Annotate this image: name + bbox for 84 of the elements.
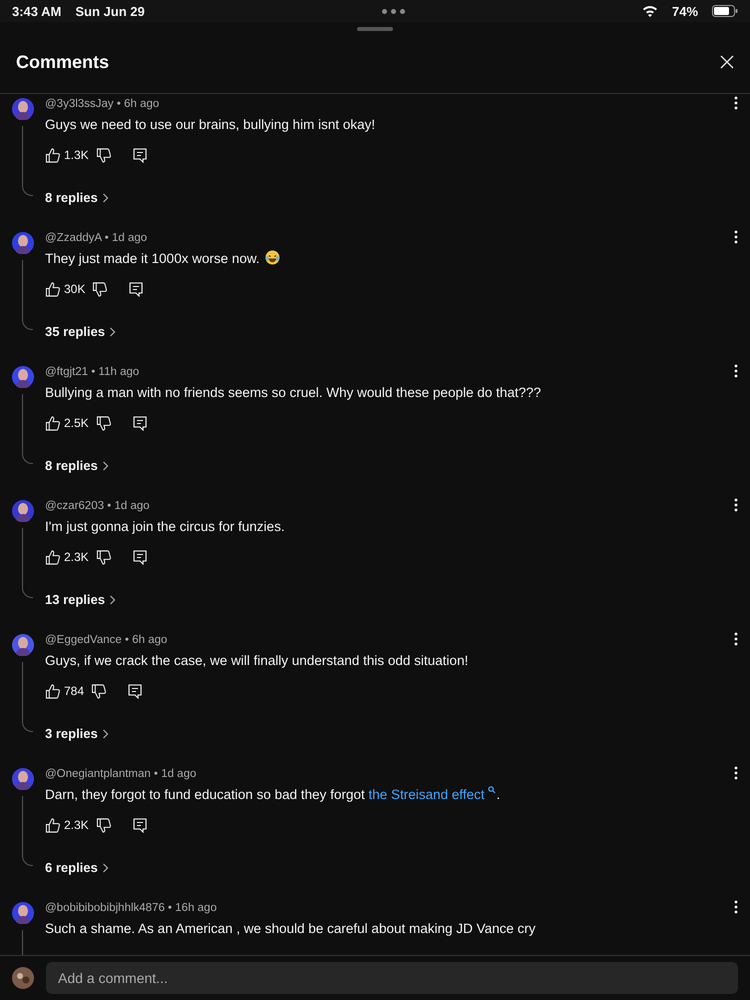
replies-button[interactable]: 8 replies <box>45 458 109 473</box>
thread-line <box>22 528 33 598</box>
comment-text: Guys we need to use our brains, bullying him isnt okay! <box>45 116 376 134</box>
comment-meta: @Onegiantplantman • 1d ago <box>45 768 198 782</box>
comment-meta: @ZzaddyA • 1d ago <box>45 232 148 246</box>
like-count: 2.5K <box>64 416 89 430</box>
replies-button[interactable]: 35 replies <box>45 324 116 339</box>
comment-meta: @czar6203 • 1d ago <box>45 500 151 514</box>
avatar-icon[interactable] <box>12 634 34 656</box>
replies-button[interactable]: 13 replies <box>45 592 116 607</box>
replies-button[interactable]: 8 replies <box>45 190 109 205</box>
like-icon[interactable] <box>45 282 60 296</box>
more-options-icon[interactable] <box>734 900 738 914</box>
like-count: 30K <box>64 282 86 296</box>
reply-icon[interactable] <box>132 148 147 162</box>
like-icon[interactable] <box>45 148 60 162</box>
comment-meta: @ftgjt21 • 11h ago <box>45 366 140 380</box>
reply-icon[interactable] <box>132 818 147 832</box>
avatar-icon[interactable] <box>12 500 34 522</box>
close-icon[interactable] <box>720 55 734 69</box>
like-count: 2.3K <box>64 818 89 832</box>
dislike-icon[interactable] <box>96 818 111 832</box>
search-icon <box>488 786 496 794</box>
comment-text: I'm just gonna join the circus for funzies. <box>45 518 285 536</box>
like-count: 2.3K <box>64 550 89 564</box>
comment-input[interactable]: Add a comment... <box>46 962 738 994</box>
status-date: Sun Jun 29 <box>75 4 145 18</box>
thread-line <box>22 260 33 330</box>
replies-button[interactable]: 3 replies <box>45 726 109 741</box>
like-icon[interactable] <box>45 684 60 698</box>
wifi-icon <box>642 5 658 17</box>
like-count: 784 <box>64 684 84 698</box>
comment-meta: @bobibibobibjhhlk4876 • 16h ago <box>45 902 218 916</box>
comment-text: They just made it 1000x worse now. <box>45 250 280 268</box>
comment-text: Guys, if we crack the case, we will finally understand this odd situation! <box>45 652 468 670</box>
avatar-icon[interactable] <box>12 902 34 924</box>
drag-handle[interactable] <box>357 27 393 31</box>
avatar-icon <box>12 967 34 989</box>
reply-icon[interactable] <box>132 550 147 564</box>
more-options-icon[interactable] <box>734 230 738 244</box>
chevron-icon <box>109 594 116 604</box>
comment-meta: @3y3l3ssJay • 6h ago <box>45 98 160 112</box>
more-options-icon[interactable] <box>734 96 738 110</box>
chevron-icon <box>102 728 109 738</box>
like-icon[interactable] <box>45 550 60 564</box>
comment-meta: @EggedVance • 6h ago <box>45 634 168 648</box>
more-options-icon[interactable] <box>734 498 738 512</box>
battery-icon <box>712 5 738 17</box>
avatar-icon[interactable] <box>12 768 34 790</box>
avatar-icon[interactable] <box>12 366 34 388</box>
thread-line <box>22 662 33 732</box>
laughing-emoji-icon <box>264 250 280 265</box>
reply-icon[interactable] <box>128 684 142 698</box>
avatar-icon[interactable] <box>12 98 34 120</box>
thread-line <box>22 126 33 196</box>
replies-button[interactable]: 6 replies <box>45 860 109 875</box>
dislike-icon[interactable] <box>96 550 111 564</box>
search-link[interactable]: the Streisand effect <box>368 787 496 802</box>
reply-icon[interactable] <box>132 416 147 430</box>
dislike-icon[interactable] <box>91 684 106 698</box>
dislike-icon[interactable] <box>92 282 108 296</box>
like-count: 1.3K <box>64 148 89 162</box>
chevron-icon <box>109 326 116 336</box>
battery-percentage: 74% <box>672 4 698 18</box>
more-options-icon[interactable] <box>734 766 738 780</box>
reply-icon[interactable] <box>129 282 144 296</box>
thread-line <box>22 394 33 464</box>
like-icon[interactable] <box>45 416 60 430</box>
dislike-icon[interactable] <box>96 416 111 430</box>
dislike-icon[interactable] <box>96 148 111 162</box>
chevron-icon <box>102 460 109 470</box>
comment-text: Darn, they forgot to fund education so bad they forgot the Streisand effect . <box>45 786 500 804</box>
like-icon[interactable] <box>45 818 60 832</box>
more-options-icon[interactable] <box>734 632 738 646</box>
comment-text: Such a shame. As an American , we should be careful about making JD Vance cry <box>45 920 536 938</box>
comment-text: Bullying a man with no friends seems so cruel. Why would these people do that??? <box>45 384 542 402</box>
multitasking-dots-icon[interactable] <box>382 8 405 14</box>
more-options-icon[interactable] <box>734 364 738 378</box>
avatar-icon[interactable] <box>12 232 34 254</box>
chevron-icon <box>102 862 109 872</box>
status-time: 3:43 AM <box>12 4 62 18</box>
sheet-title: Comments <box>16 52 110 72</box>
chevron-icon <box>102 192 109 202</box>
thread-line <box>22 796 33 866</box>
